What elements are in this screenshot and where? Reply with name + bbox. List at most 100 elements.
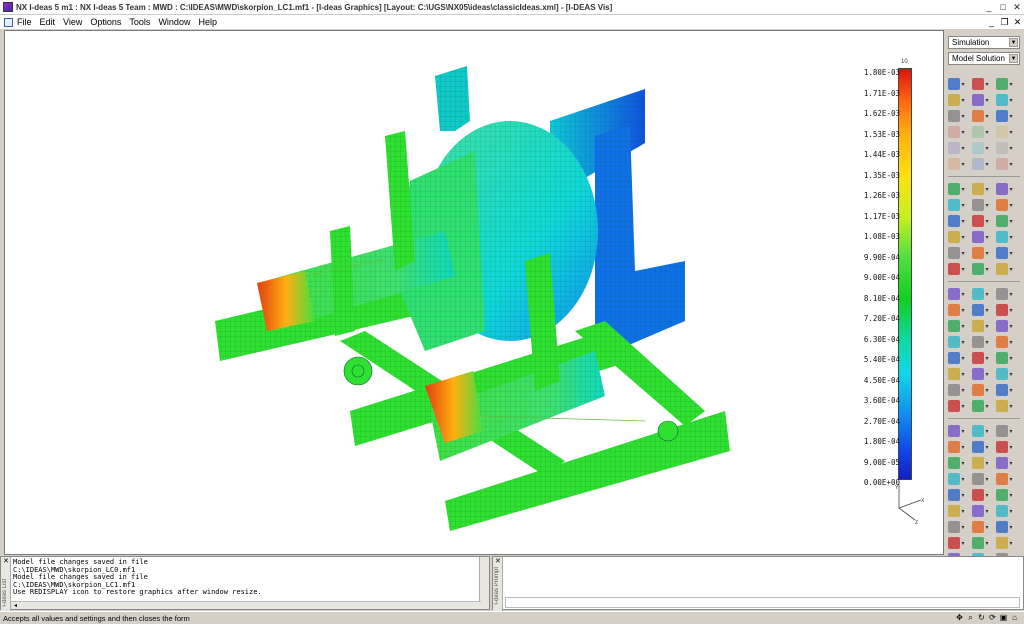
tool-icon[interactable] [996, 288, 1008, 300]
pan-icon[interactable]: ✥ [954, 613, 965, 623]
chevron-down-icon[interactable]: ▾ [1008, 291, 1014, 298]
tool-icon[interactable] [972, 263, 984, 275]
chevron-down-icon[interactable]: ▾ [960, 387, 966, 394]
chevron-down-icon[interactable]: ▾ [1008, 492, 1014, 499]
tool-icon[interactable] [996, 384, 1008, 396]
chevron-down-icon[interactable]: ▾ [984, 218, 990, 225]
chevron-down-icon[interactable]: ▾ [984, 202, 990, 209]
tool-icon[interactable] [972, 78, 984, 90]
tool-icon[interactable] [972, 288, 984, 300]
tool-icon[interactable] [948, 320, 960, 332]
chevron-down-icon[interactable]: ▾ [960, 307, 966, 314]
tool-icon[interactable] [996, 489, 1008, 501]
chevron-down-icon[interactable]: ▾ [984, 129, 990, 136]
chevron-down-icon[interactable]: ▾ [984, 161, 990, 168]
maximize-button[interactable]: □ [996, 1, 1010, 13]
tool-icon[interactable] [972, 231, 984, 243]
chevron-down-icon[interactable]: ▾ [1008, 266, 1014, 273]
tool-icon[interactable] [996, 126, 1008, 138]
chevron-down-icon[interactable]: ▾ [1008, 444, 1014, 451]
tool-icon[interactable] [972, 110, 984, 122]
tool-icon[interactable] [948, 215, 960, 227]
chevron-down-icon[interactable]: ▾ [960, 444, 966, 451]
doc-minimize-button[interactable]: _ [985, 17, 998, 28]
tool-icon[interactable] [948, 142, 960, 154]
home-icon[interactable]: ⌂ [1009, 613, 1020, 623]
tool-icon[interactable] [972, 247, 984, 259]
tool-icon[interactable] [996, 537, 1008, 549]
menu-help[interactable]: Help [194, 17, 221, 27]
chevron-down-icon[interactable]: ▾ [984, 508, 990, 515]
tool-icon[interactable] [996, 304, 1008, 316]
tool-icon[interactable] [948, 336, 960, 348]
chevron-down-icon[interactable]: ▾ [984, 291, 990, 298]
chevron-down-icon[interactable]: ▾ [984, 81, 990, 88]
tool-icon[interactable] [972, 142, 984, 154]
chevron-down-icon[interactable]: ▾ [1008, 524, 1014, 531]
chevron-down-icon[interactable]: ▾ [960, 97, 966, 104]
chevron-down-icon[interactable]: ▾ [960, 113, 966, 120]
tool-icon[interactable] [948, 288, 960, 300]
chevron-down-icon[interactable]: ▾ [984, 476, 990, 483]
chevron-down-icon[interactable]: ▾ [984, 266, 990, 273]
close-icon[interactable]: ✕ [3, 557, 9, 565]
tool-icon[interactable] [948, 199, 960, 211]
rotate-icon[interactable]: ↻ [976, 613, 987, 623]
chevron-down-icon[interactable]: ▾ [960, 339, 966, 346]
tool-icon[interactable] [996, 505, 1008, 517]
chevron-down-icon[interactable]: ▾ [1008, 113, 1014, 120]
chevron-down-icon[interactable]: ▾ [960, 403, 966, 410]
tool-icon[interactable] [972, 94, 984, 106]
tool-icon[interactable] [948, 521, 960, 533]
tool-icon[interactable] [972, 521, 984, 533]
tool-icon[interactable] [996, 400, 1008, 412]
tool-icon[interactable] [948, 110, 960, 122]
chevron-down-icon[interactable]: ▾ [984, 186, 990, 193]
tool-icon[interactable] [948, 489, 960, 501]
chevron-down-icon[interactable]: ▾ [1008, 428, 1014, 435]
tool-icon[interactable] [996, 368, 1008, 380]
tool-icon[interactable] [948, 263, 960, 275]
chevron-down-icon[interactable]: ▾ [960, 250, 966, 257]
chevron-down-icon[interactable]: ▾ [1008, 460, 1014, 467]
chevron-down-icon[interactable]: ▾ [984, 339, 990, 346]
refresh-icon[interactable]: ⟳ [987, 613, 998, 623]
tool-icon[interactable] [948, 537, 960, 549]
tool-icon[interactable] [972, 537, 984, 549]
chevron-down-icon[interactable]: ▾ [960, 161, 966, 168]
tool-icon[interactable] [996, 457, 1008, 469]
chevron-down-icon[interactable]: ▾ [984, 540, 990, 547]
tool-icon[interactable] [996, 521, 1008, 533]
chevron-down-icon[interactable]: ▾ [1008, 145, 1014, 152]
chevron-down-icon[interactable]: ▾ [960, 218, 966, 225]
menu-window[interactable]: Window [154, 17, 194, 27]
chevron-down-icon[interactable]: ▾ [1008, 323, 1014, 330]
tool-icon[interactable] [996, 158, 1008, 170]
chevron-down-icon[interactable]: ▾ [984, 460, 990, 467]
chevron-down-icon[interactable]: ▾ [960, 476, 966, 483]
tool-icon[interactable] [948, 183, 960, 195]
tool-icon[interactable] [996, 183, 1008, 195]
application-dropdown[interactable]: Simulation ▼ [948, 36, 1020, 49]
chevron-down-icon[interactable]: ▾ [960, 291, 966, 298]
chevron-down-icon[interactable]: ▾ [960, 371, 966, 378]
chevron-down-icon[interactable]: ▾ [960, 202, 966, 209]
tool-icon[interactable] [972, 441, 984, 453]
chevron-down-icon[interactable]: ▾ [1008, 371, 1014, 378]
tool-icon[interactable] [972, 384, 984, 396]
chevron-down-icon[interactable]: ▾ [960, 508, 966, 515]
tool-icon[interactable] [948, 505, 960, 517]
tool-icon[interactable] [996, 352, 1008, 364]
chevron-down-icon[interactable]: ▾ [1008, 161, 1014, 168]
chevron-down-icon[interactable]: ▾ [1008, 186, 1014, 193]
chevron-down-icon[interactable]: ▾ [960, 428, 966, 435]
chevron-down-icon[interactable]: ▾ [1008, 234, 1014, 241]
tool-icon[interactable] [948, 368, 960, 380]
chevron-down-icon[interactable]: ▾ [1008, 387, 1014, 394]
tool-icon[interactable] [972, 368, 984, 380]
chevron-down-icon[interactable]: ▾ [960, 145, 966, 152]
tool-icon[interactable] [972, 489, 984, 501]
tool-icon[interactable] [972, 336, 984, 348]
chevron-down-icon[interactable]: ▾ [984, 234, 990, 241]
chevron-down-icon[interactable]: ▾ [984, 492, 990, 499]
